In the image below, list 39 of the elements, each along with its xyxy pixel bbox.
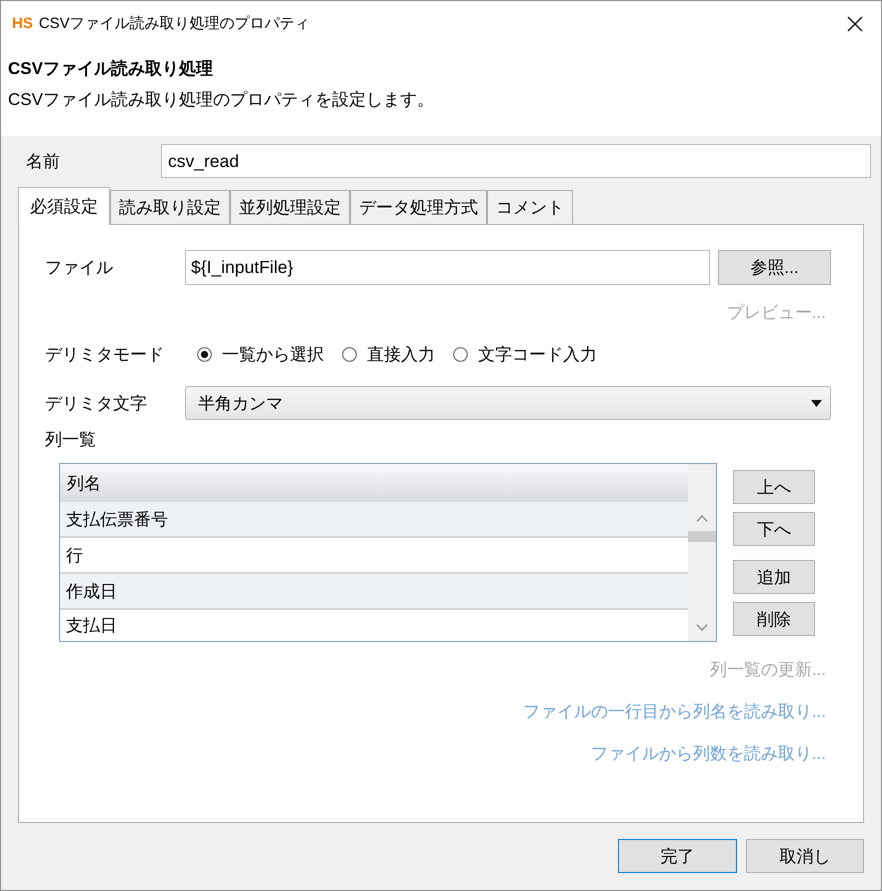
file-path-field[interactable]: ${I_inputFile} — [185, 250, 710, 285]
tab[interactable]: 並列処理設定 — [230, 190, 350, 224]
field-label: ファイル — [45, 257, 114, 279]
field-label: 名前 — [26, 150, 61, 172]
close-icon — [847, 16, 863, 32]
column-header[interactable]: 列名 — [60, 464, 688, 502]
section-description: CSVファイル読み取り処理のプロパティを設定します。 — [8, 89, 435, 111]
dialog-button[interactable]: 取消し — [746, 839, 864, 873]
scrollbar-thumb[interactable] — [688, 531, 716, 542]
move-button[interactable]: 上へ — [733, 470, 815, 504]
table-row[interactable]: 支払伝票番号 — [60, 502, 688, 538]
tab[interactable]: データ処理方式 — [350, 190, 487, 224]
scrollbar[interactable] — [688, 464, 716, 641]
caret-down-icon — [811, 400, 822, 406]
table-row[interactable]: 作成日 — [60, 574, 688, 610]
app-logo: HS — [12, 15, 33, 32]
edit-button[interactable]: 削除 — [733, 602, 815, 636]
chevron-up-icon[interactable] — [696, 515, 708, 522]
name-field[interactable]: csv_read — [161, 144, 871, 178]
tab[interactable]: 読み取り設定 — [110, 190, 230, 224]
edit-button[interactable]: 追加 — [733, 560, 815, 594]
browse-button[interactable]: 参照... — [718, 250, 831, 285]
dialog-button[interactable]: 完了 — [618, 839, 737, 873]
radio-option[interactable]: 文字コード入力 — [453, 342, 597, 366]
radio-icon[interactable] — [342, 346, 357, 362]
chevron-down-icon[interactable] — [696, 624, 708, 631]
tab[interactable]: コメント — [487, 190, 573, 224]
section-title: CSVファイル読み取り処理 — [8, 58, 214, 80]
radio-icon[interactable] — [197, 346, 212, 362]
radio-option[interactable]: 一覧から選択 — [197, 342, 324, 366]
section-label: 列一覧 — [45, 430, 97, 450]
field-label: デリミタモード — [45, 344, 165, 366]
delimiter-dropdown[interactable]: 半角カンマ — [185, 386, 831, 420]
move-button[interactable]: 下へ — [733, 512, 815, 546]
tab[interactable]: 必須設定 — [18, 187, 110, 225]
window-title: CSVファイル読み取り処理のプロパティ — [38, 14, 310, 33]
radio-icon[interactable] — [453, 346, 468, 362]
radio-option[interactable]: 直接入力 — [342, 342, 435, 366]
field-label: デリミタ文字 — [45, 392, 148, 414]
